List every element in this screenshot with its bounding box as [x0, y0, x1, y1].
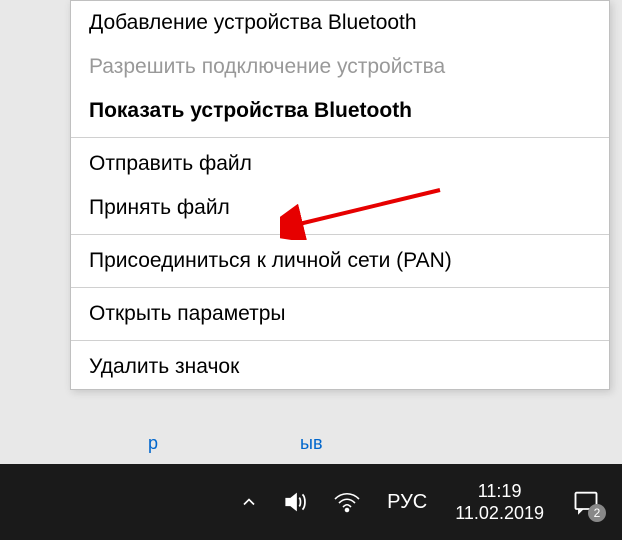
menu-item-label: Добавление устройства Bluetooth — [89, 11, 417, 34]
menu-item-allow-connect: Разрешить подключение устройства — [71, 45, 609, 89]
menu-separator — [71, 340, 609, 341]
menu-item-label: Принять файл — [89, 196, 230, 219]
menu-item-label: Присоединиться к личной сети (PAN) — [89, 249, 452, 272]
menu-item-label: Удалить значок — [89, 355, 239, 378]
clock-time: 11:19 — [455, 480, 544, 503]
menu-item-label: Открыть параметры — [89, 302, 286, 325]
menu-item-show-devices[interactable]: Показать устройства Bluetooth — [71, 89, 609, 133]
tray-network-button[interactable] — [321, 464, 373, 540]
notification-badge: 2 — [588, 504, 606, 522]
menu-item-send-file[interactable]: Отправить файл — [71, 142, 609, 186]
menu-separator — [71, 137, 609, 138]
text-fragment: ыв — [300, 433, 323, 454]
menu-item-label: Отправить файл — [89, 152, 252, 175]
bluetooth-context-menu: Добавление устройства Bluetooth Разрешит… — [70, 0, 610, 390]
speaker-icon — [283, 489, 309, 515]
menu-item-add-device[interactable]: Добавление устройства Bluetooth — [71, 1, 609, 45]
language-label: РУС — [387, 491, 427, 514]
menu-separator — [71, 234, 609, 235]
menu-item-open-settings[interactable]: Открыть параметры — [71, 292, 609, 336]
text-fragment: р — [148, 433, 158, 454]
menu-item-receive-file[interactable]: Принять файл — [71, 186, 609, 230]
menu-item-remove-icon[interactable]: Удалить значок — [71, 345, 609, 389]
wifi-icon — [333, 490, 361, 514]
menu-item-label: Разрешить подключение устройства — [89, 55, 445, 78]
taskbar: РУС 11:19 11.02.2019 2 — [0, 464, 622, 540]
background-fragment: р ыв — [70, 433, 610, 463]
tray-volume-button[interactable] — [271, 464, 321, 540]
tray-notifications-button[interactable]: 2 — [558, 464, 614, 540]
menu-item-join-pan[interactable]: Присоединиться к личной сети (PAN) — [71, 239, 609, 283]
clock-date: 11.02.2019 — [455, 502, 544, 525]
menu-separator — [71, 287, 609, 288]
tray-clock-button[interactable]: 11:19 11.02.2019 — [441, 464, 558, 540]
chevron-up-icon — [239, 492, 259, 512]
tray-show-hidden-button[interactable] — [227, 464, 271, 540]
menu-item-label: Показать устройства Bluetooth — [89, 99, 412, 122]
tray-language-button[interactable]: РУС — [373, 464, 441, 540]
